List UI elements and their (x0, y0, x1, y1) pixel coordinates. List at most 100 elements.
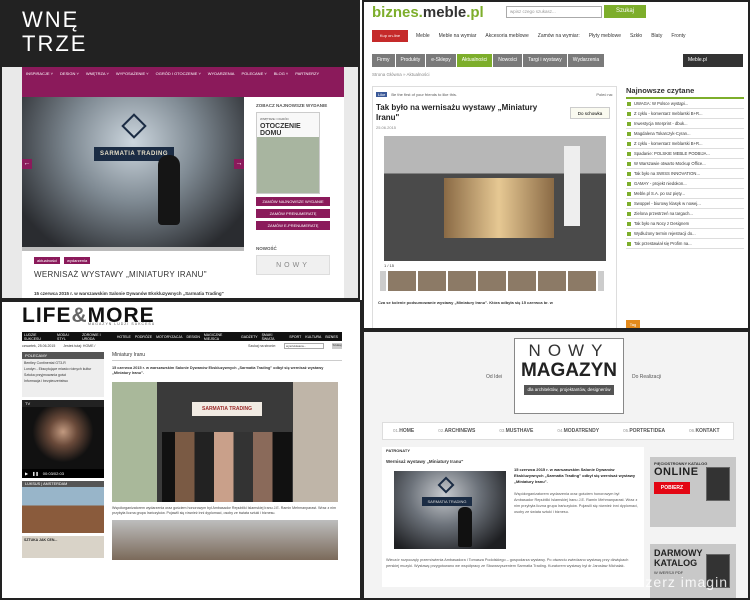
nav-item[interactable]: MODA I STYL (57, 333, 78, 341)
download-button[interactable]: POBIERZ (654, 482, 690, 494)
nav-item-portretidea[interactable]: 05.PORTRETIDEA (623, 428, 665, 434)
nav-item[interactable]: GADŻETY (241, 335, 258, 339)
play-icon[interactable]: ▶ (25, 471, 28, 476)
nav-item-szklo[interactable]: Szkło (630, 33, 642, 39)
pause-icon[interactable]: ❚❚ (32, 471, 39, 476)
nav-item[interactable]: SMAKI ŚWIATA (262, 333, 286, 341)
thumbnail[interactable] (448, 271, 476, 291)
list-item[interactable]: Swoppel - biurowy klasyk w nowej... (626, 199, 744, 209)
nav-item-modatrendy[interactable]: 04.MODATRENDY (557, 428, 599, 434)
nav-item-wyposazenie[interactable]: WYPOSAŻENIE ˅ (116, 70, 149, 78)
list-item[interactable]: Z cyklu - komentarz meblarski B+R... (626, 139, 744, 149)
nav-item-meble[interactable]: Meble (416, 33, 430, 39)
video-player[interactable] (22, 407, 104, 469)
free-catalog-ad[interactable]: DARMOWY KATALOG W WERSJI PDF (650, 544, 736, 598)
nav-item-home[interactable]: 01.HOME (393, 428, 414, 434)
tab-firmy[interactable]: Firmy (372, 54, 395, 67)
list-item[interactable]: Meble.pl S.A. po raz pięty... (626, 189, 744, 199)
article-photo[interactable]: SARMATIA TRADING (112, 382, 338, 502)
shop-icon[interactable]: Kup on-line (372, 30, 408, 42)
arrow-right-icon[interactable]: → (234, 159, 244, 169)
list-item[interactable]: UWAGA: W Polsce wystąpi... (626, 99, 744, 109)
thumbnail[interactable] (568, 271, 596, 291)
nav-item-wnetrza[interactable]: WNĘTRZA ˅ (86, 70, 109, 78)
tab-wydarzenia[interactable]: Wydarzenia (567, 54, 605, 67)
search-button[interactable]: Szukaj (332, 343, 342, 349)
amsterdam-photo[interactable] (22, 487, 104, 533)
list-item[interactable]: Z cyklu - komentarz meblarski B+R... (626, 109, 744, 119)
save-button[interactable]: Do schowka (570, 107, 610, 119)
search-input[interactable]: wpisz czego szukasz... (506, 6, 602, 18)
list-item[interactable]: Sztuka przyjmowania gości (24, 373, 102, 377)
site-logo[interactable]: biznes.meble.pl (372, 4, 484, 21)
order-issue-button[interactable]: ZAMÓW NAJNOWSZE WYDANIE (256, 197, 330, 206)
list-item[interactable]: Inwestycja Interprint - dbuk... (626, 119, 744, 129)
nav-item-plyty[interactable]: Płyty meblowe (589, 33, 621, 39)
list-item[interactable]: Tak przestawiał się Profim na... (626, 239, 744, 249)
article-photo[interactable]: SARMATIA TRADING (394, 471, 506, 549)
chevron-left-icon[interactable] (380, 271, 386, 291)
thumbnail[interactable] (538, 271, 566, 291)
tab-nowosci[interactable]: Nowości (493, 54, 523, 67)
tab-meble-pl[interactable]: Meble.pl (683, 54, 743, 67)
article-photo-2[interactable] (112, 520, 338, 560)
promo-box[interactable]: SZTUKA JAK CEN... (22, 536, 104, 558)
list-item[interactable]: Spadanie: POLSKIE MEBLE PODBIJA... (626, 149, 744, 159)
nav-item-design[interactable]: DESIGN ˅ (60, 70, 79, 78)
nav-item-polecane[interactable]: POLECANE ˅ (241, 70, 266, 78)
thumbnail[interactable] (388, 271, 416, 291)
list-item[interactable]: GAMAY - projekt niedokon... (626, 179, 744, 189)
subscribe-button[interactable]: ZAMÓW PRENUMERATĘ (256, 209, 330, 218)
nav-item[interactable]: LUDZIE SUKCESU (24, 333, 53, 341)
nav-item-wydarzenia[interactable]: WYDARZENIA (208, 70, 235, 78)
nav-item-kontakt[interactable]: 06.KONTAKT (689, 428, 719, 434)
list-item[interactable]: Bentley Continental GT3-R (24, 361, 102, 365)
tab-aktualnosci[interactable]: Aktualności (456, 54, 493, 67)
nav-item-ogrod[interactable]: OGRÓD I OTOCZENIE ˅ (156, 70, 201, 78)
nav-item[interactable]: DESIGN (186, 335, 199, 339)
nav-item[interactable]: ZDROWIE I URODA (82, 333, 113, 341)
nav-item-partnerzy[interactable]: PARTNERZY (295, 70, 319, 78)
breadcrumb[interactable]: Strona Główna » Aktualności (372, 72, 430, 77)
tag-aktualnosci[interactable]: aktualności (34, 257, 61, 264)
tab-produkty[interactable]: Produkty (395, 54, 426, 67)
new-magazine-thumb[interactable]: NOWY (256, 255, 330, 275)
tab-e-sklepy[interactable]: e-Sklepy (426, 54, 456, 67)
nav-item[interactable]: MAGICZNE MIEJSCA (204, 333, 237, 341)
nav-item[interactable]: PODRÓŻE (135, 335, 152, 339)
thumbnail[interactable] (508, 271, 536, 291)
nav-item[interactable]: MOTORYZACJA (156, 335, 182, 339)
list-item[interactable]: Informacja i bezpieczeństwo (24, 379, 102, 383)
nav-item-blaty[interactable]: Blaty (651, 33, 662, 39)
nav-item-archinews[interactable]: 02.ARCHINEWS (438, 428, 475, 434)
list-item[interactable]: Zielona przestrzeń na targach... (626, 209, 744, 219)
thumbnail[interactable] (418, 271, 446, 291)
nav-item[interactable]: HOTELE (117, 335, 131, 339)
magazine-cover[interactable]: WNĘTRZE I OGRÓD OTOCZENIE DOMU (256, 112, 320, 194)
arrow-left-icon[interactable]: ← (22, 159, 32, 169)
article-title[interactable]: WERNISAŻ WYSTAWY „MINIATURY IRANU" (34, 270, 207, 279)
nav-item[interactable]: SPORT (289, 335, 301, 339)
list-item[interactable]: Wydłużony termin rejestracji do... (626, 229, 744, 239)
list-item[interactable]: Londyn - Ekscytujące miasto różnych kult… (24, 367, 102, 371)
nav-item-meble-na-wymiar[interactable]: Meble na wymiar (439, 33, 477, 39)
slider-indicators[interactable] (22, 247, 244, 251)
catalog-ad[interactable]: PIĘCIOSTRONNY KATALOG ONLINE POBIERZ (650, 457, 736, 527)
chevron-right-icon[interactable] (598, 271, 604, 291)
hero-slider[interactable]: SARMATIA TRADING ← → (22, 97, 244, 247)
nav-item-musthave[interactable]: 03.MUSTHAVE (499, 428, 533, 434)
breadcrumb[interactable]: Jesteś tutaj: HOME / (63, 344, 95, 348)
tag-wydarzenia[interactable]: wydarzenia (64, 257, 91, 264)
search-input[interactable]: wyszukiwana... (284, 343, 324, 349)
gallery-photo[interactable] (384, 136, 606, 261)
list-item[interactable]: W Warszawie otwarto Mockup Office... (626, 159, 744, 169)
nav-item-akcesoria[interactable]: Akcesoria meblowe (485, 33, 528, 39)
tab-targi[interactable]: Targi i wystawy (523, 54, 567, 67)
category-label[interactable]: PATRONATY (386, 448, 410, 453)
fb-like-button[interactable]: Like (376, 92, 388, 97)
thumbnail[interactable] (478, 271, 506, 291)
nav-item-blog[interactable]: BLOG ˅ (274, 70, 289, 78)
nav-item[interactable]: BIZNES (325, 335, 338, 339)
site-logo[interactable]: NOWY MAGAZYN dla architektów, projektant… (514, 338, 624, 414)
nav-item-inspiracje[interactable]: INSPIRACJE ˅ (26, 70, 53, 78)
